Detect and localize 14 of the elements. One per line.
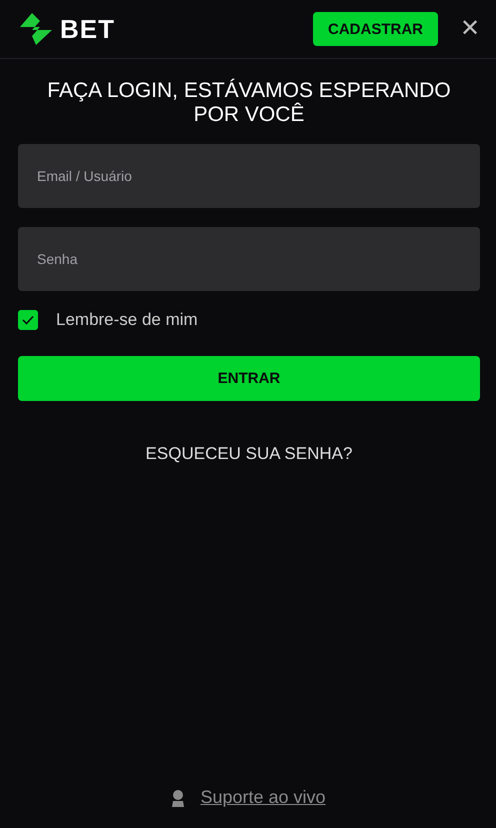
support-link[interactable]: Suporte ao vivo (200, 787, 326, 808)
support-agent-icon (170, 788, 186, 806)
close-button[interactable]: ✕ (460, 17, 480, 41)
logo-icon (18, 12, 54, 46)
remember-label: Lembre-se de mim (56, 310, 198, 330)
login-button[interactable]: ENTRAR (18, 356, 480, 401)
forgot-password-link[interactable]: ESQUECEU SUA SENHA? (146, 444, 352, 464)
register-button[interactable]: CADASTRAR (313, 12, 438, 46)
input-field[interactable]: Senha (18, 227, 480, 291)
checkbox[interactable] (18, 310, 38, 330)
check-icon (22, 315, 34, 325)
logo-text: BET (60, 14, 115, 44)
login-title: FAÇA LOGIN, ESTÁVAMOS ESPERANDO POR VOCÊ (46, 79, 452, 127)
input-field[interactable]: Email / Usuário (18, 144, 480, 208)
